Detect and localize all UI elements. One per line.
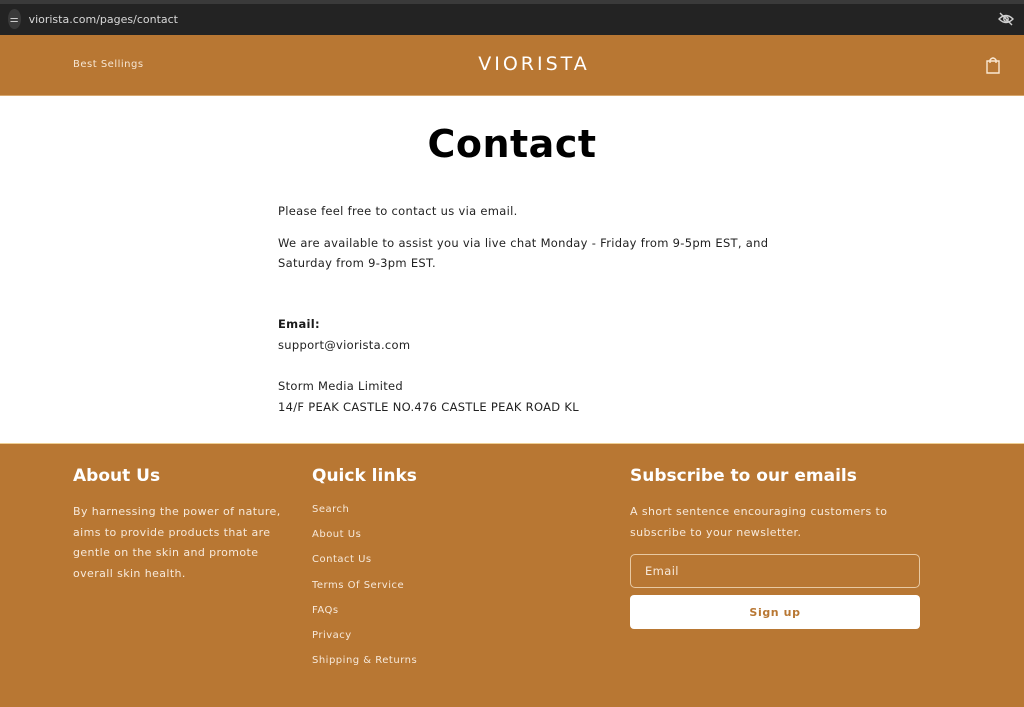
main-content: Contact Please feel free to contact us v… xyxy=(0,96,1024,443)
footer-about-heading: About Us xyxy=(73,466,161,486)
footer-link-shipping[interactable]: Shipping & Returns xyxy=(312,655,417,680)
company-name: Storm Media Limited xyxy=(278,379,404,393)
availability-text: We are available to assist you via live … xyxy=(278,236,769,270)
sign-up-button[interactable]: Sign up xyxy=(630,595,920,629)
site-logo[interactable]: VIORISTA xyxy=(0,53,1024,75)
shopping-bag-icon[interactable] xyxy=(985,56,1001,74)
url-text[interactable]: viorista.com/pages/contact xyxy=(29,13,178,26)
footer-quick-links-heading: Quick links xyxy=(312,466,417,486)
contact-text: Please feel free to contact us via email… xyxy=(278,201,808,273)
footer-link-faqs[interactable]: FAQs xyxy=(312,605,417,630)
footer-quick-links: Search About Us Contact Us Terms Of Serv… xyxy=(312,504,417,680)
tune-icon[interactable]: ⚌ xyxy=(8,9,21,29)
support-email: support@viorista.com xyxy=(278,338,411,352)
footer-link-terms[interactable]: Terms Of Service xyxy=(312,580,417,605)
address-bar[interactable]: ⚌ viorista.com/pages/contact xyxy=(8,8,178,30)
browser-toolbar: ⚌ viorista.com/pages/contact xyxy=(0,0,1024,35)
footer-link-about-us[interactable]: About Us xyxy=(312,529,417,554)
footer-link-contact-us[interactable]: Contact Us xyxy=(312,554,417,579)
newsletter-email-input[interactable] xyxy=(630,554,920,588)
site-header: Best Sellings VIORISTA xyxy=(0,35,1024,96)
email-label: Email: xyxy=(278,317,320,331)
eye-off-icon[interactable] xyxy=(998,12,1014,26)
intro-text: Please feel free to contact us via email… xyxy=(278,204,518,218)
footer-subscribe-heading: Subscribe to our emails xyxy=(630,466,857,486)
site-footer: About Us By harnessing the power of natu… xyxy=(0,443,1024,707)
company-address: 14/F PEAK CASTLE NO.476 CASTLE PEAK ROAD… xyxy=(278,400,579,414)
page-title: Contact xyxy=(427,122,597,166)
footer-link-search[interactable]: Search xyxy=(312,504,417,529)
footer-about-text: By harnessing the power of nature, aims … xyxy=(73,505,281,580)
footer-subscribe-text: A short sentence encouraging customers t… xyxy=(630,505,888,539)
footer-link-privacy[interactable]: Privacy xyxy=(312,630,417,655)
